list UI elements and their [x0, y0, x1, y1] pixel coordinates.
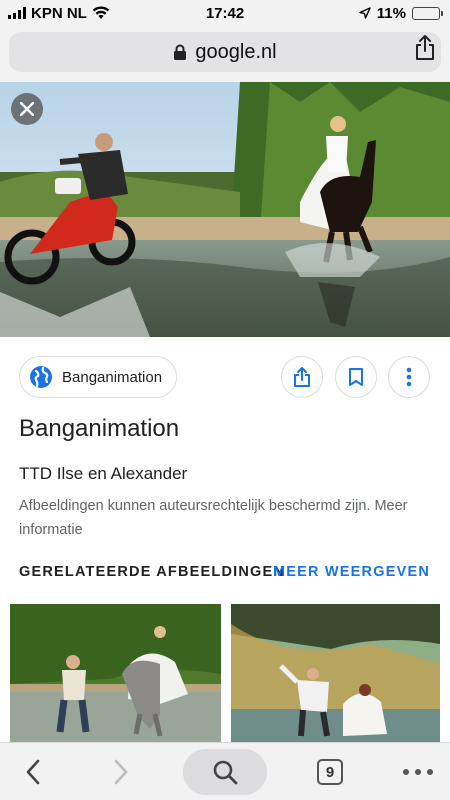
copyright-notice[interactable]: Afbeeldingen kunnen auteursrechtelijk be…	[19, 494, 429, 542]
close-icon	[20, 102, 34, 116]
related-photo-water	[231, 604, 440, 744]
share-button[interactable]	[281, 356, 323, 398]
related-photo-horse	[10, 604, 221, 744]
related-image-2[interactable]	[231, 604, 440, 744]
back-button[interactable]	[18, 749, 48, 795]
tab-count: 9	[325, 763, 335, 781]
image-subtitle: TTD Ilse en Alexander	[19, 464, 188, 483]
share-icon	[294, 367, 310, 387]
related-image-1[interactable]	[10, 604, 221, 744]
url-text: google.nl	[195, 40, 277, 63]
browser-header: google.nl	[0, 26, 450, 82]
location-arrow-icon	[359, 7, 371, 19]
menu-button[interactable]	[400, 749, 436, 795]
show-more-link[interactable]: MEER WEERGEVEN	[273, 564, 430, 580]
source-name: Banganimation	[62, 368, 163, 386]
more-vert-icon	[406, 367, 412, 387]
more-horiz-icon	[403, 769, 433, 775]
share-icon[interactable]	[414, 34, 436, 62]
image-title[interactable]: Banganimation	[19, 415, 179, 443]
battery-percent: 11%	[376, 4, 406, 22]
bookmark-icon	[349, 368, 363, 386]
search-icon	[213, 760, 238, 785]
battery-icon	[412, 6, 443, 20]
related-images-heading: GERELATEERDE AFBEELDINGEN	[19, 564, 286, 580]
wedding-photo	[0, 82, 450, 337]
status-bar: KPN NL 17:42 11%	[0, 0, 450, 26]
tabs-icon: 9	[317, 759, 343, 785]
source-chip[interactable]: Banganimation	[19, 356, 178, 398]
globe-icon	[30, 366, 52, 388]
lock-icon	[174, 44, 187, 60]
address-bar[interactable]: google.nl	[9, 32, 441, 72]
forward-icon	[114, 759, 128, 785]
tabs-button[interactable]: 9	[314, 749, 346, 795]
back-icon	[26, 759, 40, 785]
save-button[interactable]	[335, 356, 377, 398]
browser-toolbar: 9	[0, 742, 450, 800]
main-image[interactable]	[0, 82, 450, 337]
close-button[interactable]	[11, 93, 43, 125]
more-options-button[interactable]	[388, 356, 430, 398]
search-button[interactable]	[183, 749, 267, 795]
forward-button[interactable]	[106, 749, 136, 795]
